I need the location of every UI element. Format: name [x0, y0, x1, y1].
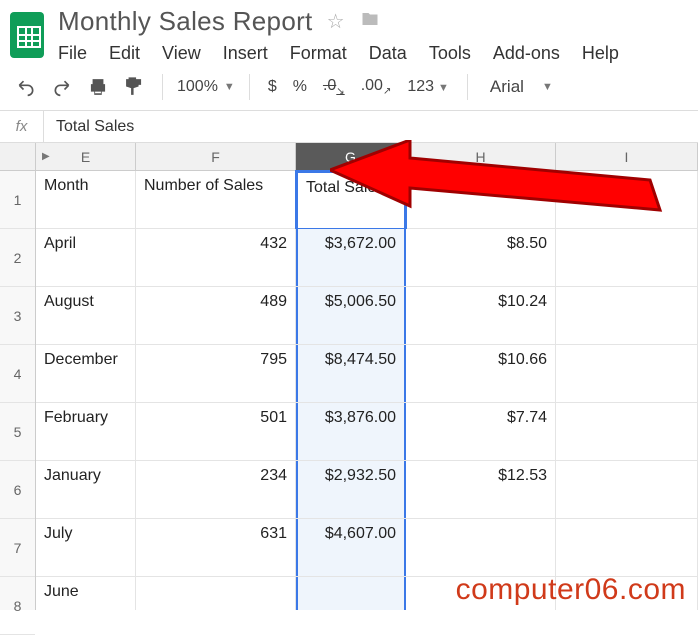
cell[interactable]: Month	[36, 171, 136, 228]
sheets-logo-icon[interactable]	[10, 12, 44, 58]
column-header-f[interactable]: F	[136, 143, 296, 170]
cell[interactable]	[556, 403, 698, 460]
cell[interactable]	[556, 229, 698, 286]
menu-insert[interactable]: Insert	[223, 43, 268, 64]
column-header-i[interactable]: I	[556, 143, 698, 170]
cell[interactable]: July	[36, 519, 136, 576]
cell[interactable]: $3,876.00	[296, 403, 406, 460]
menu-edit[interactable]: Edit	[109, 43, 140, 64]
increase-decimal-button[interactable]: .00↗	[357, 77, 396, 97]
cell[interactable]: April	[36, 229, 136, 286]
cell[interactable]: $7.74	[406, 403, 556, 460]
undo-button[interactable]	[12, 74, 40, 100]
row-header[interactable]: 2	[0, 229, 35, 287]
cell[interactable]	[556, 287, 698, 344]
cell[interactable]	[556, 519, 698, 576]
row-header[interactable]: 7	[0, 519, 35, 577]
cell[interactable]	[556, 461, 698, 518]
cell[interactable]: $3,672.00	[296, 229, 406, 286]
star-icon[interactable]: ☆	[327, 9, 345, 34]
cell[interactable]: 795	[136, 345, 296, 402]
cell[interactable]	[406, 171, 556, 228]
fx-icon: fx	[0, 111, 44, 142]
formula-bar-input[interactable]: Total Sales	[44, 118, 698, 136]
menu-format[interactable]: Format	[290, 43, 347, 64]
cell[interactable]: January	[36, 461, 136, 518]
cell[interactable]: Total Sales	[296, 171, 406, 228]
select-all-corner[interactable]	[0, 143, 35, 171]
cell[interactable]: December	[36, 345, 136, 402]
cell[interactable]: $4,607.00	[296, 519, 406, 576]
cell[interactable]: June	[36, 577, 136, 610]
cell[interactable]: $10.24	[406, 287, 556, 344]
menu-view[interactable]: View	[162, 43, 201, 64]
more-formats-dropdown[interactable]: 123▼	[403, 78, 453, 96]
cell[interactable]	[406, 519, 556, 576]
menu-addons[interactable]: Add-ons	[493, 43, 560, 64]
toolbar: 100% ▼ $ % .0↘ .00↗ 123▼ Arial ▼	[0, 64, 698, 111]
cell[interactable]	[136, 577, 296, 610]
font-name: Arial	[490, 77, 524, 97]
print-button[interactable]	[84, 74, 112, 100]
row-header[interactable]: 3	[0, 287, 35, 345]
column-header-e[interactable]: ▶E	[36, 143, 136, 170]
row-header[interactable]: 1	[0, 171, 35, 229]
menu-help[interactable]: Help	[582, 43, 619, 64]
zoom-dropdown[interactable]: 100% ▼	[177, 78, 235, 96]
cell[interactable]: $12.53	[406, 461, 556, 518]
redo-button[interactable]	[48, 74, 76, 100]
cell[interactable]	[406, 577, 556, 610]
paint-format-button[interactable]	[120, 74, 148, 100]
row-header[interactable]: 4	[0, 345, 35, 403]
chevron-down-icon: ▼	[542, 81, 553, 93]
cell[interactable]	[556, 171, 698, 228]
row-header[interactable]: 6	[0, 461, 35, 519]
cell[interactable]	[556, 577, 698, 610]
cell[interactable]: $5,006.50	[296, 287, 406, 344]
expand-columns-icon[interactable]: ▶	[42, 151, 50, 162]
format-percent-button[interactable]: %	[289, 78, 311, 96]
cell[interactable]: 631	[136, 519, 296, 576]
menu-file[interactable]: File	[58, 43, 87, 64]
row-header[interactable]: 8	[0, 577, 35, 635]
cell[interactable]: $8.50	[406, 229, 556, 286]
menu-data[interactable]: Data	[369, 43, 407, 64]
cell[interactable]: 501	[136, 403, 296, 460]
cell[interactable]: 432	[136, 229, 296, 286]
cell[interactable]	[296, 577, 406, 610]
cell[interactable]: $10.66	[406, 345, 556, 402]
cell[interactable]: Number of Sales	[136, 171, 296, 228]
menu-tools[interactable]: Tools	[429, 43, 471, 64]
format-currency-button[interactable]: $	[264, 78, 281, 96]
cell[interactable]: 234	[136, 461, 296, 518]
cell[interactable]	[556, 345, 698, 402]
column-header-h[interactable]: H	[406, 143, 556, 170]
zoom-value: 100%	[177, 78, 218, 96]
cell[interactable]: February	[36, 403, 136, 460]
font-dropdown[interactable]: Arial ▼	[482, 77, 553, 97]
document-title[interactable]: Monthly Sales Report	[58, 6, 313, 37]
cell[interactable]: August	[36, 287, 136, 344]
chevron-down-icon: ▼	[224, 81, 235, 93]
row-header[interactable]: 5	[0, 403, 35, 461]
column-header-g[interactable]: G	[296, 143, 406, 170]
cell[interactable]: $2,932.50	[296, 461, 406, 518]
menu-bar: File Edit View Insert Format Data Tools …	[58, 39, 619, 64]
cell[interactable]: $8,474.50	[296, 345, 406, 402]
cell[interactable]: 489	[136, 287, 296, 344]
move-folder-icon[interactable]	[359, 10, 381, 34]
decrease-decimal-button[interactable]: .0↘	[319, 77, 349, 97]
